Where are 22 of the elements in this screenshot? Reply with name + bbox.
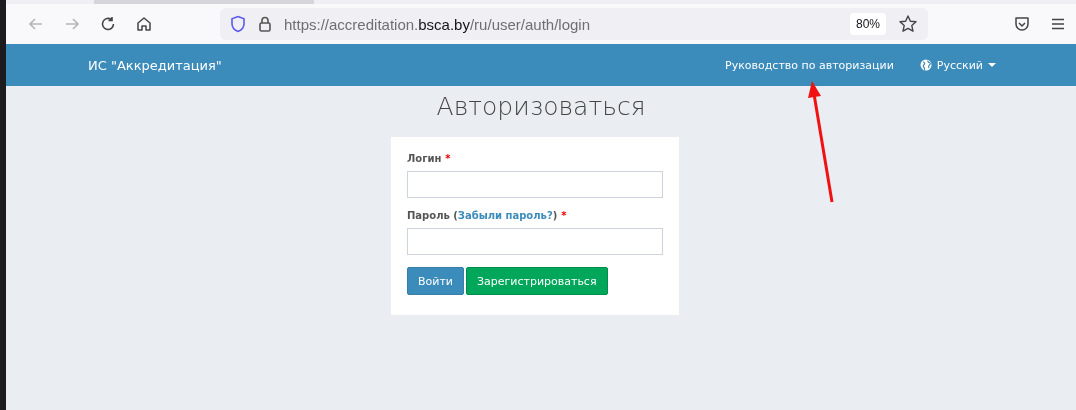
language-dropdown[interactable]: Русский (919, 58, 996, 72)
input-field[interactable] (407, 171, 663, 198)
reload-icon[interactable] (99, 15, 117, 33)
guide-link[interactable]: Руководство по авторизации (725, 58, 894, 72)
login-button[interactable]: Войти (407, 267, 464, 295)
site-brand[interactable]: ИС "Аккредитация" (88, 57, 222, 73)
globe-icon (919, 59, 932, 71)
home-icon[interactable] (135, 15, 153, 33)
caret-icon (988, 62, 996, 68)
field-label: Пароль (Забыли пароль?) * (407, 210, 568, 221)
lock-icon[interactable] (258, 15, 272, 33)
field-label: Логин * (407, 153, 452, 164)
star-icon[interactable] (898, 14, 918, 34)
page-title: Авторизоваться (436, 92, 646, 121)
input-field[interactable] (407, 228, 663, 255)
url-text: https://accreditation.bsca.by/ru/user/auth/login (284, 15, 592, 33)
shield-icon[interactable] (230, 15, 246, 33)
pocket-icon[interactable] (1013, 15, 1031, 33)
register-button[interactable]: Зарегистрироваться (466, 267, 608, 295)
address-bar[interactable]: https://accreditation.bsca.by/ru/user/auth/login 80% (220, 8, 928, 40)
forgot-password-link[interactable]: Забыли пароль? (457, 210, 553, 221)
zoom-badge[interactable]: 80% (849, 13, 886, 35)
